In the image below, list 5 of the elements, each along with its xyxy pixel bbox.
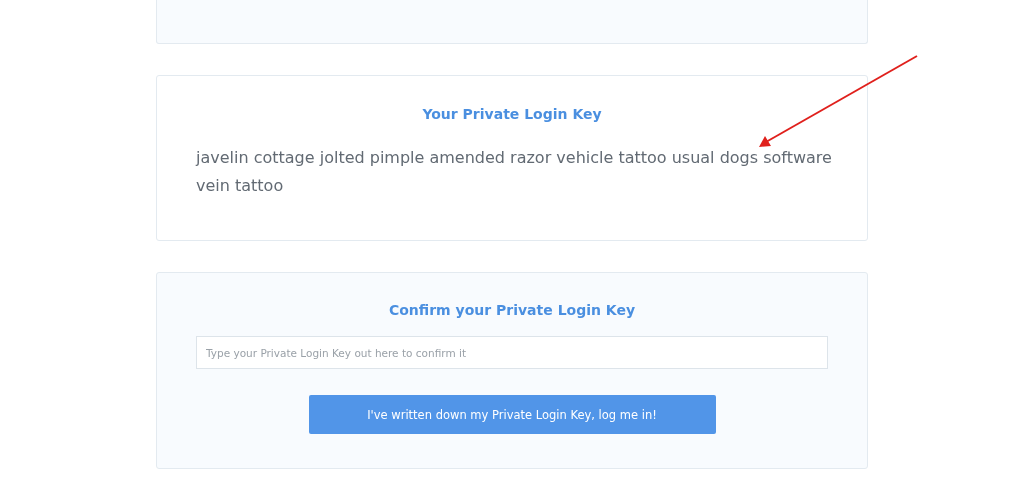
card-title: Your Private Login Key bbox=[421, 106, 603, 122]
input-field[interactable]: Type your Private Login Key out here to confirm it bbox=[196, 336, 828, 369]
login-key-text: javelin cottage jolted pimple amended razor vehicle tattoo usual dogs software vein tattoo bbox=[194, 147, 833, 197]
login-button[interactable]: I've written down my Private Login Key, log me in! bbox=[308, 395, 716, 434]
card-title: Confirm your Private Login Key bbox=[387, 302, 637, 318]
